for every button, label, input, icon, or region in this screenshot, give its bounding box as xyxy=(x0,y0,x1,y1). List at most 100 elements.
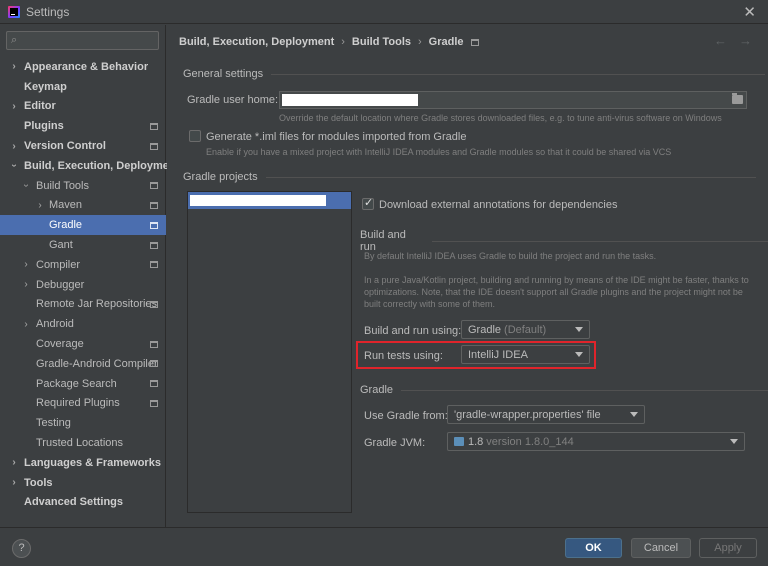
build-run-using-dropdown[interactable]: Gradle (Default) xyxy=(461,320,590,339)
breadcrumb-build-tools[interactable]: Build Tools xyxy=(352,36,411,48)
dropdown-arrow-icon xyxy=(630,412,638,417)
dropdown-arrow-icon xyxy=(730,439,738,444)
sidebar-item-label: Languages & Frameworks xyxy=(24,456,161,469)
sidebar-item-coverage[interactable]: Coverage xyxy=(0,334,166,354)
project-settings-icon xyxy=(150,380,158,388)
sidebar-item-label: Advanced Settings xyxy=(24,496,124,509)
project-settings-icon xyxy=(470,38,479,46)
gradle-jvm-detail: version 1.8.0_144 xyxy=(486,435,574,448)
help-button[interactable]: ? xyxy=(12,539,31,558)
sidebar-item-android[interactable]: › Android xyxy=(0,314,166,334)
sidebar-item-testing[interactable]: Testing xyxy=(0,413,166,433)
sidebar-item-label: Keymap xyxy=(24,80,67,93)
sidebar-item-label: Build Tools xyxy=(36,179,89,192)
chevron-right-icon[interactable]: › xyxy=(9,477,19,488)
build-run-using-label: Build and run using: xyxy=(364,325,462,337)
sidebar-item-editor[interactable]: › Editor xyxy=(0,97,166,117)
search-icon: ⌕ xyxy=(11,34,18,46)
close-icon[interactable]: ✕ xyxy=(743,3,756,21)
chevron-right-icon[interactable]: › xyxy=(21,319,31,330)
sidebar-item-label: Android xyxy=(36,318,74,331)
sidebar-item-label: Debugger xyxy=(36,278,85,291)
back-arrow-icon[interactable]: ← xyxy=(714,33,727,48)
project-settings-icon xyxy=(150,201,158,209)
project-settings-icon xyxy=(150,182,158,190)
section-divider xyxy=(265,176,756,178)
download-annotations-checkbox[interactable] xyxy=(362,196,374,210)
sidebar-item-plugins[interactable]: Plugins xyxy=(0,116,166,136)
breadcrumb-separator: › xyxy=(418,36,422,48)
gradle-user-home-hint: Override the default location where Grad… xyxy=(279,113,722,123)
sidebar-item-remote-jar-repositories[interactable]: Remote Jar Repositories xyxy=(0,295,166,315)
sidebar-item-label: Plugins xyxy=(24,120,64,133)
chevron-right-icon[interactable]: › xyxy=(9,457,19,468)
search-input[interactable] xyxy=(20,34,151,47)
generate-iml-label: Generate *.iml files for modules importe… xyxy=(206,131,467,143)
chevron-down-icon[interactable]: › xyxy=(9,161,20,171)
chevron-right-icon[interactable]: › xyxy=(9,101,19,112)
cancel-button[interactable]: Cancel xyxy=(631,538,691,558)
apply-button[interactable]: Apply xyxy=(699,538,757,558)
sidebar-item-tools[interactable]: › Tools xyxy=(0,473,166,493)
sidebar-item-label: Appearance & Behavior xyxy=(24,60,149,73)
sidebar-item-build-execution-deployment[interactable]: › Build, Execution, Deployment xyxy=(0,156,180,176)
project-settings-icon xyxy=(150,399,158,407)
project-settings-icon xyxy=(150,221,158,229)
sidebar-item-keymap[interactable]: Keymap xyxy=(0,77,166,97)
build-run-hint-ide: In a pure Java/Kotlin project, building … xyxy=(364,275,749,309)
section-title: Gradle xyxy=(360,384,394,396)
gradle-jvm-dropdown[interactable]: 1.8 version 1.8.0_144 xyxy=(447,432,745,451)
folder-icon[interactable] xyxy=(732,93,743,104)
sidebar-item-build-tools[interactable]: › Build Tools xyxy=(0,176,166,196)
search-box[interactable]: ⌕ xyxy=(6,31,159,50)
section-divider xyxy=(271,73,766,75)
sidebar-item-required-plugins[interactable]: Required Plugins xyxy=(0,394,166,414)
window-title: Settings xyxy=(26,4,70,19)
use-gradle-from-dropdown[interactable]: 'gradle-wrapper.properties' file xyxy=(447,405,645,424)
chevron-right-icon[interactable]: › xyxy=(35,200,45,211)
sidebar-item-debugger[interactable]: › Debugger xyxy=(0,275,166,295)
build-run-using-value: Gradle xyxy=(468,323,502,336)
generate-iml-hint: Enable if you have a mixed project with … xyxy=(206,147,672,157)
chevron-right-icon[interactable]: › xyxy=(21,259,31,270)
sidebar-item-gant[interactable]: Gant xyxy=(0,235,166,255)
section-divider xyxy=(432,240,768,242)
redacted-path xyxy=(282,94,418,106)
download-annotations-label: Download external annotations for depend… xyxy=(379,199,618,211)
dropdown-arrow-icon xyxy=(575,327,583,332)
sidebar-item-label: Gant xyxy=(49,239,73,252)
settings-tree: › Appearance & Behavior Keymap › Editor … xyxy=(0,57,180,513)
forward-arrow-icon[interactable]: → xyxy=(739,33,752,48)
ok-button[interactable]: OK xyxy=(565,538,622,558)
dialog-footer: ? OK Cancel Apply xyxy=(0,527,768,566)
section-title: Gradle projects xyxy=(183,171,258,183)
sidebar-item-version-control[interactable]: › Version Control xyxy=(0,136,166,156)
list-item[interactable] xyxy=(188,192,351,209)
sidebar-item-label: Tools xyxy=(24,476,53,489)
run-tests-label: Run tests using: xyxy=(364,350,443,362)
chevron-down-icon[interactable]: › xyxy=(21,181,32,191)
gradle-projects-list[interactable] xyxy=(187,191,352,513)
chevron-right-icon[interactable]: › xyxy=(21,279,31,290)
chevron-right-icon[interactable]: › xyxy=(9,141,19,152)
generate-iml-checkbox[interactable] xyxy=(189,130,201,142)
breadcrumb-build-execution-deployment[interactable]: Build, Execution, Deployment xyxy=(179,36,334,48)
gradle-user-home-field[interactable] xyxy=(279,91,747,109)
sidebar-item-trusted-locations[interactable]: Trusted Locations xyxy=(0,433,166,453)
breadcrumb: Build, Execution, Deployment › Build Too… xyxy=(179,36,479,48)
sidebar-item-advanced-settings[interactable]: Advanced Settings xyxy=(0,493,166,513)
section-title: General settings xyxy=(183,68,264,80)
sidebar-item-gradle-android-compiler[interactable]: Gradle-Android Compiler xyxy=(0,354,166,374)
run-tests-dropdown[interactable]: IntelliJ IDEA xyxy=(461,345,590,364)
sidebar-item-gradle[interactable]: Gradle xyxy=(0,215,166,236)
sidebar-item-label: Trusted Locations xyxy=(36,437,124,450)
sidebar-item-package-search[interactable]: Package Search xyxy=(0,374,166,394)
intellij-app-icon xyxy=(8,5,20,18)
sidebar-item-compiler[interactable]: › Compiler xyxy=(0,255,166,275)
sidebar-item-appearance[interactable]: › Appearance & Behavior xyxy=(0,57,166,77)
sidebar-item-languages-frameworks[interactable]: › Languages & Frameworks xyxy=(0,453,166,473)
sidebar-item-maven[interactable]: › Maven xyxy=(0,196,166,216)
chevron-right-icon[interactable]: › xyxy=(9,61,19,72)
sidebar-item-label: Required Plugins xyxy=(36,397,120,410)
gradle-user-home-label: Gradle user home: xyxy=(187,94,279,106)
